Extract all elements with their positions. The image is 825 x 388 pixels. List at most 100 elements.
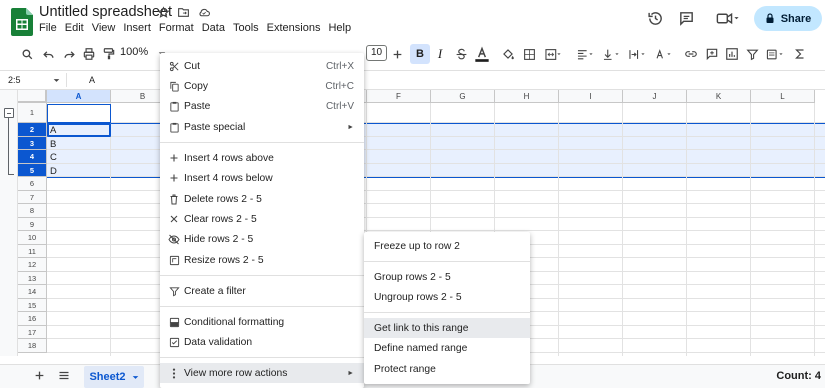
- paint-format-icon[interactable]: [101, 46, 117, 62]
- menu-help[interactable]: Help: [328, 22, 356, 34]
- meet-video-icon[interactable]: [714, 10, 742, 28]
- menu-item-clear-rows[interactable]: Clear rows 2 - 5: [160, 209, 364, 229]
- submenu-group-rows[interactable]: Group rows 2 - 5: [364, 267, 530, 287]
- history-icon[interactable]: [647, 10, 665, 28]
- submenu-ungroup-rows[interactable]: Ungroup rows 2 - 5: [364, 287, 530, 307]
- menu-item-paste-special[interactable]: Paste special ►: [160, 117, 364, 137]
- row-header-4[interactable]: 4: [18, 150, 47, 164]
- row-header-9[interactable]: 9: [18, 217, 47, 231]
- select-all-corner[interactable]: [18, 90, 47, 103]
- strikethrough-icon[interactable]: [453, 46, 469, 62]
- text-rotation-icon[interactable]: [652, 46, 674, 62]
- document-title[interactable]: Untitled spreadsheet: [39, 4, 172, 20]
- row-header-2[interactable]: 2: [18, 123, 47, 137]
- menu-item-copy[interactable]: Copy Ctrl+C: [160, 76, 364, 96]
- align-left-icon[interactable]: [574, 46, 596, 62]
- merge-cells-icon[interactable]: [543, 46, 563, 62]
- filter-views-icon[interactable]: [764, 46, 786, 62]
- row-header-18[interactable]: 18: [18, 339, 47, 353]
- submenu-protect-range[interactable]: Protect range: [364, 359, 530, 379]
- cell-a2[interactable]: A: [48, 124, 56, 137]
- column-header-k[interactable]: K: [687, 90, 751, 103]
- italic-button[interactable]: I: [432, 46, 448, 62]
- row-header-5[interactable]: 5: [18, 163, 47, 177]
- submenu-define-named-range[interactable]: Define named range: [364, 338, 530, 358]
- menu-data[interactable]: Data: [202, 22, 230, 34]
- sheets-logo-icon[interactable]: [11, 8, 33, 36]
- star-icon[interactable]: [157, 6, 171, 20]
- print-icon[interactable]: [81, 46, 97, 62]
- menu-item-hide-rows[interactable]: Hide rows 2 - 5: [160, 229, 364, 249]
- bold-button[interactable]: B: [410, 44, 430, 64]
- row-header-12[interactable]: 12: [18, 258, 47, 272]
- row-header-11[interactable]: 11: [18, 244, 47, 258]
- share-button[interactable]: Share: [754, 6, 822, 31]
- insert-chart-icon[interactable]: [724, 46, 740, 62]
- cell-a3[interactable]: B: [48, 138, 56, 151]
- cloud-status-icon[interactable]: [197, 6, 211, 20]
- menu-tools[interactable]: Tools: [233, 22, 264, 34]
- increase-font-size-icon[interactable]: [389, 46, 405, 62]
- row-header-7[interactable]: 7: [18, 190, 47, 204]
- font-size-input[interactable]: 10: [366, 45, 387, 61]
- menu-extensions[interactable]: Extensions: [267, 22, 326, 34]
- cell-a1[interactable]: [47, 104, 111, 123]
- menu-item-paste[interactable]: Paste Ctrl+V: [160, 96, 364, 116]
- redo-icon[interactable]: [61, 46, 77, 62]
- menu-item-resize-rows[interactable]: Resize rows 2 - 5: [160, 250, 364, 270]
- selection-count[interactable]: Count: 4: [776, 370, 821, 382]
- undo-icon[interactable]: [40, 46, 56, 62]
- submenu-freeze[interactable]: Freeze up to row 2: [364, 236, 530, 256]
- vertical-align-icon[interactable]: [600, 46, 622, 62]
- menu-format[interactable]: Format: [159, 22, 199, 34]
- menu-view[interactable]: View: [92, 22, 121, 34]
- row-header-1[interactable]: 1: [18, 103, 47, 123]
- row-header-17[interactable]: 17: [18, 325, 47, 339]
- column-header-h[interactable]: H: [495, 90, 559, 103]
- sheet-tab-dropdown-icon[interactable]: [132, 374, 139, 381]
- row-header-14[interactable]: 14: [18, 285, 47, 299]
- menu-item-conditional-formatting[interactable]: Conditional formatting: [160, 312, 364, 332]
- column-header-f[interactable]: F: [367, 90, 431, 103]
- menu-item-delete-rows[interactable]: Delete rows 2 - 5: [160, 189, 364, 209]
- cell-a5[interactable]: D: [48, 165, 57, 178]
- menu-item-view-more-row-actions[interactable]: View more row actions ►: [160, 363, 364, 383]
- cell-a4[interactable]: C: [48, 151, 57, 164]
- menu-edit[interactable]: Edit: [65, 22, 89, 34]
- row-header-3[interactable]: 3: [18, 136, 47, 150]
- zoom-select[interactable]: 100%: [120, 46, 148, 58]
- menu-file[interactable]: File: [39, 22, 62, 34]
- submenu-get-link[interactable]: Get link to this range: [364, 318, 530, 338]
- row-header-8[interactable]: 8: [18, 204, 47, 218]
- functions-icon[interactable]: [792, 46, 808, 62]
- column-header-l[interactable]: L: [751, 90, 815, 103]
- name-box[interactable]: 2:5: [8, 75, 21, 85]
- fill-color-icon[interactable]: [500, 46, 516, 62]
- menu-item-insert-rows-below[interactable]: Insert 4 rows below: [160, 168, 364, 188]
- create-filter-icon[interactable]: [744, 46, 760, 62]
- column-header-j[interactable]: J: [623, 90, 687, 103]
- text-color-icon[interactable]: [474, 45, 490, 62]
- menu-item-insert-rows-above[interactable]: Insert 4 rows above: [160, 148, 364, 168]
- all-sheets-icon[interactable]: [58, 370, 70, 381]
- row-header-15[interactable]: 15: [18, 298, 47, 312]
- text-wrapping-icon[interactable]: [626, 46, 648, 62]
- borders-icon[interactable]: [521, 46, 537, 62]
- insert-link-icon[interactable]: [683, 46, 699, 62]
- column-header-a[interactable]: A: [47, 90, 111, 103]
- menu-insert[interactable]: Insert: [123, 22, 156, 34]
- name-box-dropdown-icon[interactable]: [53, 77, 60, 84]
- menu-item-data-validation[interactable]: Data validation: [160, 332, 364, 352]
- search-menus-icon[interactable]: [19, 46, 35, 62]
- collapse-group-icon[interactable]: [4, 108, 14, 118]
- menu-item-create-filter[interactable]: Create a filter: [160, 281, 364, 301]
- column-header-i[interactable]: I: [559, 90, 623, 103]
- menu-item-cut[interactable]: Cut Ctrl+X: [160, 56, 364, 76]
- active-cell-outline[interactable]: [47, 123, 111, 137]
- add-sheet-icon[interactable]: [34, 370, 45, 381]
- row-header-10[interactable]: 10: [18, 231, 47, 245]
- row-header-16[interactable]: 16: [18, 312, 47, 326]
- sheet-tab-sheet2[interactable]: Sheet2: [84, 366, 144, 388]
- row-header-6[interactable]: 6: [18, 177, 47, 191]
- move-folder-icon[interactable]: [177, 6, 191, 20]
